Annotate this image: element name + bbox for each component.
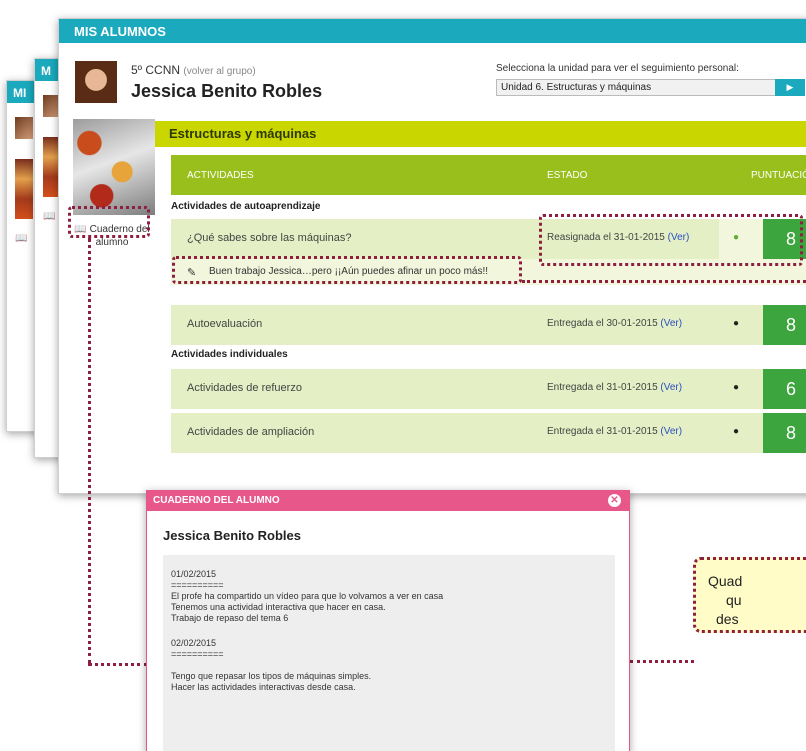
view-link[interactable]: (Ver) xyxy=(660,382,682,393)
table-header: ACTIVIDADES ESTADO PUNTUACIÓN xyxy=(171,155,806,195)
annotation-connector xyxy=(88,238,91,664)
annotation-connector xyxy=(630,660,694,663)
section-title: Actividades de autoaprendizaje xyxy=(171,201,321,212)
notebook-title: CUADERNO DEL ALUMNO xyxy=(153,495,280,506)
callout-line: Quad xyxy=(708,573,743,589)
score-badge: 6 xyxy=(763,369,806,409)
unit-cover-image xyxy=(73,119,155,215)
annotation-comment-highlight xyxy=(172,256,522,284)
unit-cover-image xyxy=(15,159,33,219)
entry-line xyxy=(171,660,607,671)
comment-icon[interactable]: ● xyxy=(733,318,739,329)
book-icon: 📖 xyxy=(15,233,28,244)
student-name: Jessica Benito Robles xyxy=(131,81,323,101)
activity-status: Entregada el 31-01-2015 (Ver) xyxy=(547,426,682,437)
entry-line: Tenemos una actividad interactiva que ha… xyxy=(171,602,386,612)
entry-line: Hacer las actividades interactivas desde… xyxy=(171,682,356,692)
comment-icon[interactable]: ● xyxy=(733,426,739,437)
entry-separator: ========== xyxy=(171,649,224,659)
back-to-group-link[interactable]: (volver al grupo) xyxy=(183,66,255,77)
activity-status: Entregada el 31-01-2015 (Ver) xyxy=(547,382,682,393)
header-score: PUNTUACIÓN xyxy=(751,170,806,181)
callout-line: des xyxy=(716,611,739,627)
activity-name: Actividades de ampliación xyxy=(187,426,315,438)
score-badge: 8 xyxy=(763,305,806,345)
unit-title: Estructuras y máquinas xyxy=(155,121,806,147)
activity-status: Entregada el 30-01-2015 (Ver) xyxy=(547,318,682,329)
notebook-title-bar: CUADERNO DEL ALUMNO ✕ xyxy=(147,491,629,511)
annotation-connector xyxy=(522,280,806,283)
status-text: Entregada el 31-01-2015 xyxy=(547,382,658,393)
entry-line: Tengo que repasar los tipos de máquinas … xyxy=(171,671,372,681)
annotation-status-highlight xyxy=(539,214,803,266)
student-avatar xyxy=(75,61,117,103)
status-text: Entregada el 30-01-2015 xyxy=(547,318,658,329)
book-icon: 📖 xyxy=(43,211,56,222)
annotation-cuaderno-highlight xyxy=(68,206,150,238)
notebook-dialog: CUADERNO DEL ALUMNO ✕ Jessica Benito Rob… xyxy=(146,490,630,751)
unit-select[interactable]: Unidad 6. Estructuras y máquinas xyxy=(496,79,804,96)
entry-line: Trabajo de repaso del tema 6 xyxy=(171,613,289,623)
entry-date: 01/02/2015 xyxy=(171,569,217,579)
entry-line: El profe ha compartido un vídeo para que… xyxy=(171,591,444,601)
view-link[interactable]: (Ver) xyxy=(660,426,682,437)
avatar xyxy=(15,117,33,139)
table-row[interactable]: Autoevaluación Entregada el 30-01-2015 (… xyxy=(171,305,806,345)
header-activities: ACTIVIDADES xyxy=(187,170,254,181)
entry-date: 02/02/2015 xyxy=(171,638,217,648)
activity-name: Actividades de refuerzo xyxy=(187,382,302,394)
chevron-right-icon[interactable]: ▶ xyxy=(775,79,805,96)
activity-name: Autoevaluación xyxy=(187,318,263,330)
callout-note: Quad qu des xyxy=(693,557,806,633)
section-title: Actividades individuales xyxy=(171,349,288,360)
status-text: Entregada el 31-01-2015 xyxy=(547,426,658,437)
close-icon[interactable]: ✕ xyxy=(608,494,621,507)
entry-separator: ========== xyxy=(171,580,224,590)
header-status: ESTADO xyxy=(547,170,588,181)
annotation-connector xyxy=(88,663,148,666)
group-name: 5º CCNN xyxy=(131,63,181,77)
score-badge: 8 xyxy=(763,413,806,453)
notebook-entry: 02/02/2015 ========== Tengo que repasar … xyxy=(171,638,607,693)
unit-selector-label: Selecciona la unidad para ver el seguimi… xyxy=(496,63,739,74)
callout-line: qu xyxy=(726,592,742,608)
window-title: MIS ALUMNOS xyxy=(59,19,806,43)
comment-icon[interactable]: ● xyxy=(733,382,739,393)
table-row[interactable]: Actividades de ampliación Entregada el 3… xyxy=(171,413,806,453)
notebook-entry: 01/02/2015 ========== El profe ha compar… xyxy=(171,569,607,624)
group-line: 5º CCNN (volver al grupo) xyxy=(131,63,256,77)
activity-name: ¿Qué sabes sobre las máquinas? xyxy=(187,232,352,244)
view-link[interactable]: (Ver) xyxy=(660,318,682,329)
notebook-student-name: Jessica Benito Robles xyxy=(163,528,301,543)
notebook-body[interactable]: 01/02/2015 ========== El profe ha compar… xyxy=(163,555,615,751)
table-row[interactable]: Actividades de refuerzo Entregada el 31-… xyxy=(171,369,806,409)
